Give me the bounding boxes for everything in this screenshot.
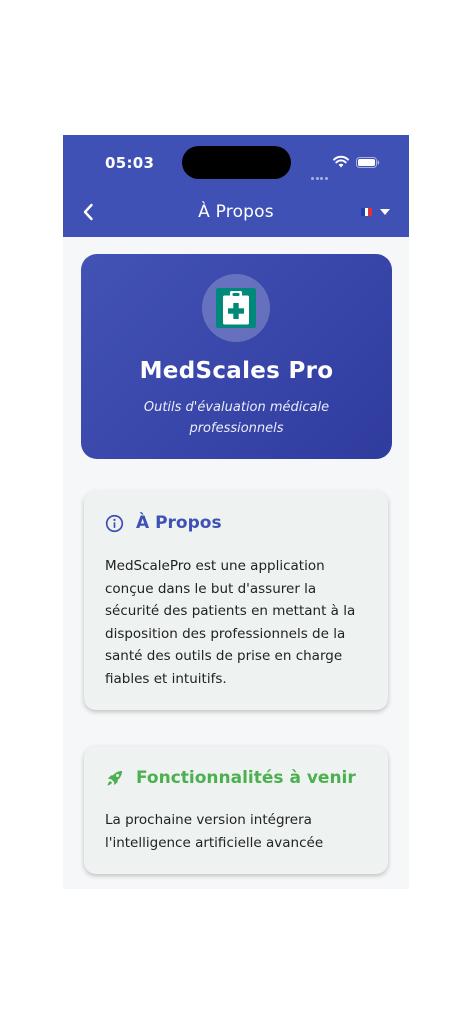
language-selector[interactable] [361, 205, 399, 219]
about-card-header: À Propos [104, 513, 222, 533]
wifi-icon [333, 155, 349, 168]
app-tagline: Outils d'évaluation médicale professionn… [143, 400, 330, 436]
about-card-title: À Propos [136, 513, 222, 533]
dynamic-island [182, 146, 291, 179]
app-name: MedScales Pro [139, 358, 334, 384]
upcoming-features-header: Fonctionnalités à venir [104, 768, 356, 788]
battery-icon [356, 157, 380, 168]
info-icon [104, 513, 124, 533]
caret-down-icon [380, 209, 390, 215]
signal-dots-icon [311, 165, 329, 184]
upcoming-features-title: Fonctionnalités à venir [136, 768, 356, 788]
france-flag-icon [361, 208, 372, 216]
page-title: À Propos [198, 202, 274, 222]
medical-clipboard-icon [216, 288, 256, 328]
app-header-card: MedScales Pro Outils d'évaluation médica… [81, 254, 392, 459]
status-time: 05:03 [105, 154, 155, 172]
about-card-text: MedScalePro est une application conçue d… [105, 558, 356, 687]
about-card: À Propos MedScalePro est une application… [84, 491, 388, 710]
upcoming-features-card: Fonctionnalités à venir La prochaine ver… [84, 746, 388, 874]
app-bar: 05:03 À Propos [63, 135, 409, 237]
upcoming-features-text: La prochaine version intégrera l'intelli… [105, 812, 324, 851]
phone-screen: 05:03 À Propos MedScales Pro Outils d'év… [63, 135, 409, 889]
app-logo-badge [202, 274, 270, 342]
rocket-icon [104, 768, 124, 788]
